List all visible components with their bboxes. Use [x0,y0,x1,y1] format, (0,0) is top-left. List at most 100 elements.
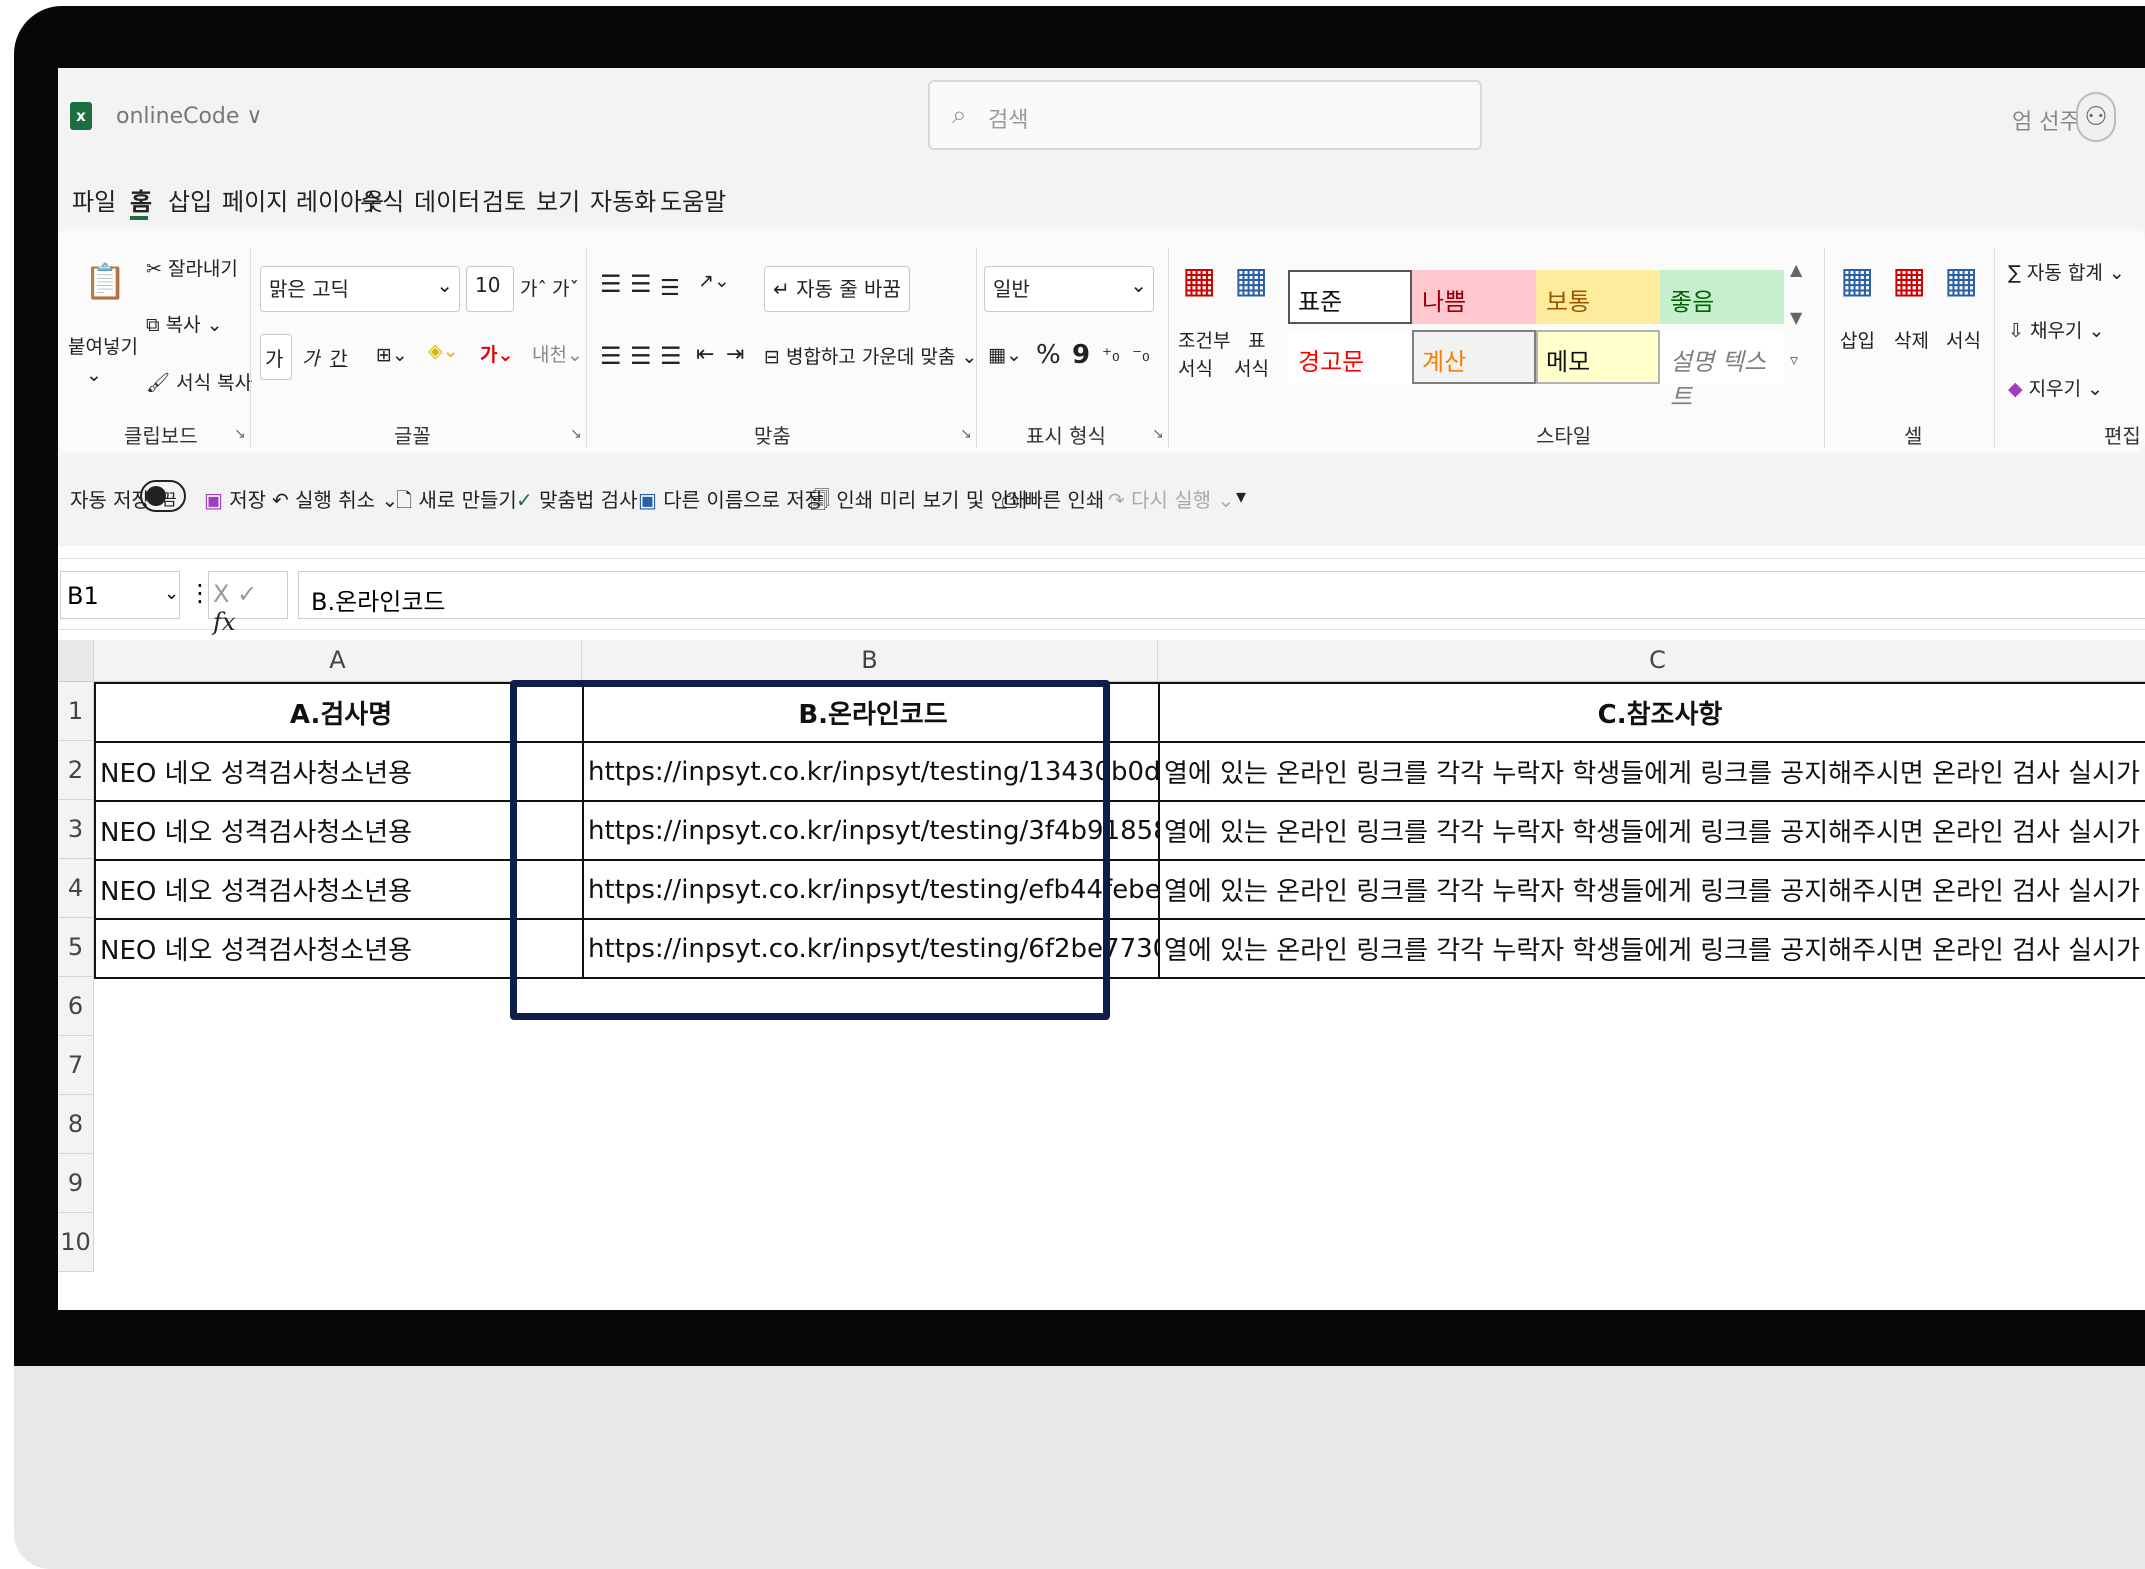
column-header-a[interactable]: A [94,640,582,682]
row-header[interactable]: 8 [58,1095,94,1154]
tab-formulas[interactable]: 수식 [360,182,404,217]
enter-icon[interactable]: ✓ [237,580,257,608]
cell-style-item[interactable]: 계산 [1412,330,1536,384]
table-cell[interactable]: 열에 있는 온라인 링크를 각각 누락자 학생들에게 링크를 공지해주시면 온라… [1158,918,2145,979]
tab-insert[interactable]: 삽입 [168,182,212,217]
align-center-icon[interactable]: ☰ [630,342,652,370]
gallery-more-icon[interactable]: ▿ [1790,350,1798,369]
align-left-icon[interactable]: ☰ [600,342,622,370]
cell-style-item[interactable]: 메모 [1536,330,1660,384]
delete-cells-icon[interactable]: ▦ [1892,260,1926,301]
search-box[interactable]: ⌕ 검색 [928,80,1482,150]
cell-style-item[interactable]: 표준 [1288,270,1412,324]
table-cell[interactable]: 열에 있는 온라인 링크를 각각 누락자 학생들에게 링크를 공지해주시면 온라… [1158,800,2145,861]
font-size-select[interactable]: 10 [466,266,514,312]
decrease-font-icon[interactable]: 가ˇ [552,274,579,301]
undo-button[interactable]: ↶ 실행 취소 ⌄ [272,484,398,513]
tab-data[interactable]: 데이터 [414,182,480,217]
customize-qat-icon[interactable]: ▾ [1236,484,1246,508]
increase-indent-icon[interactable]: ⇥ [726,342,744,367]
tab-view[interactable]: 보기 [536,182,580,217]
conditional-format-button[interactable]: 조건부 [1178,326,1230,353]
tab-help[interactable]: 도움말 [660,182,726,217]
italic-button[interactable]: 가 [302,344,319,371]
row-header[interactable]: 1 [58,682,94,741]
row-header[interactable]: 2 [58,741,94,800]
chevron-down-icon[interactable]: ⌄ [86,364,102,386]
table-cell[interactable]: 열에 있는 온라인 링크를 각각 누락자 학생들에게 링크를 공지해주시면 온라… [1158,741,2145,802]
cancel-icon[interactable]: X [213,580,229,608]
format-cells-button[interactable]: 서식 [1946,326,1981,353]
format-table-button-line2[interactable]: 서식 [1234,354,1269,381]
document-title[interactable]: onlineCode ∨ [116,104,263,129]
font-name-select[interactable]: 맑은 고딕 ⌄ [260,266,460,312]
align-right-icon[interactable]: ☰ [660,342,682,370]
scroll-up-icon[interactable]: ▲ [1790,260,1802,279]
autosum-button[interactable]: ∑ 자동 합계 ⌄ [2008,258,2125,285]
column-header-b[interactable]: B [582,640,1158,682]
redo-button[interactable]: ↷ 다시 실행 ⌄ [1108,484,1234,513]
chevron-down-icon[interactable]: ⌄ [164,583,179,604]
fill-color-icon[interactable]: ◈⌄ [428,340,459,362]
print-preview-button[interactable]: 🗐 인쇄 미리 보기 및 인쇄 [810,484,1027,520]
paste-button[interactable]: 붙여넣기 [68,332,138,359]
accounting-icon[interactable]: ▦⌄ [988,344,1022,366]
cell-style-item[interactable]: 좋음 [1660,270,1784,324]
align-middle-icon[interactable]: ☰ [630,270,652,298]
paste-icon[interactable]: 📋 [84,262,126,302]
increase-decimal-icon[interactable]: ⁺₀ [1102,344,1120,366]
table-cell[interactable]: 열에 있는 온라인 링크를 각각 누락자 학생들에게 링크를 공지해주시면 온라… [1158,859,2145,920]
fill-button[interactable]: ⇩ 채우기 ⌄ [2008,316,2104,343]
insert-cells-button[interactable]: 삽입 [1840,326,1875,353]
orientation-icon[interactable]: ↗⌄ [698,270,730,292]
quick-print-button[interactable]: ⎙ 빠른 인쇄 [1002,484,1104,513]
dialog-launcher-icon[interactable]: ↘ [960,426,972,442]
bold-button[interactable]: 가 [260,334,292,380]
border-icon[interactable]: ⊞⌄ [376,344,408,366]
format-painter-button[interactable]: 🖌 서식 복사 [146,368,252,395]
spelling-button[interactable]: ✓ 맞춤법 검사 [516,484,637,513]
clear-button[interactable]: ◆ 지우기 ⌄ [2008,374,2103,401]
dialog-launcher-icon[interactable]: ↘ [570,426,582,442]
row-header[interactable]: 10 [58,1213,94,1272]
dialog-launcher-icon[interactable]: ↘ [1152,426,1164,442]
name-box[interactable]: B1 [60,571,180,619]
cell-style-item[interactable]: 나쁨 [1412,270,1536,324]
cell-style-item[interactable]: 보통 [1536,270,1660,324]
row-header[interactable]: 7 [58,1036,94,1095]
decrease-indent-icon[interactable]: ⇤ [696,342,714,367]
phonetic-icon[interactable]: 내천⌄ [532,340,583,367]
function-icon[interactable]: fx [213,608,235,636]
underline-button[interactable]: 간 [330,344,347,371]
increase-font-icon[interactable]: 가ˆ [520,274,547,301]
copy-button[interactable]: ⧉ 복사 ⌄ [146,310,223,337]
select-all-corner[interactable] [58,640,94,682]
format-cells-icon[interactable]: ▦ [1944,260,1978,301]
tab-automate[interactable]: 자동화 [590,182,656,217]
save-as-button[interactable]: ▣ 다른 이름으로 저장 [638,484,823,513]
tab-file[interactable]: 파일 [72,182,116,217]
cell-style-item[interactable]: 설명 텍스트 [1660,330,1784,411]
comma-button[interactable]: 9 [1072,340,1090,370]
number-format-select[interactable]: 일반 ⌄ [984,266,1154,312]
align-top-icon[interactable]: ☰ [600,270,622,298]
delete-cells-button[interactable]: 삭제 [1894,326,1929,353]
row-header[interactable]: 9 [58,1154,94,1213]
header-cell[interactable]: C.참조사항 [1158,682,2145,743]
formula-input[interactable]: B.온라인코드 [298,571,2145,619]
row-header[interactable]: 5 [58,918,94,977]
scroll-down-icon[interactable]: ▼ [1790,308,1802,327]
percent-button[interactable]: % [1036,340,1061,370]
tab-home[interactable]: 홈 [130,182,152,217]
merge-center-button[interactable]: ⊟ 병합하고 가운데 맞춤 ⌄ [764,342,977,369]
column-header-c[interactable]: C [1158,640,2145,682]
decrease-decimal-icon[interactable]: ⁻₀ [1132,344,1150,366]
new-button[interactable]: 🗋 새로 만들기 [396,484,517,520]
cell-style-item[interactable]: 경고문 [1288,330,1412,384]
format-table-icon[interactable]: ▦ [1234,260,1268,301]
row-header[interactable]: 4 [58,859,94,918]
cut-button[interactable]: ✂ 잘라내기 [146,254,238,281]
avatar[interactable]: ⚇ [2076,92,2116,142]
save-button[interactable]: ▣ 저장 [204,484,266,513]
conditional-format-icon[interactable]: ▦ [1182,260,1216,301]
